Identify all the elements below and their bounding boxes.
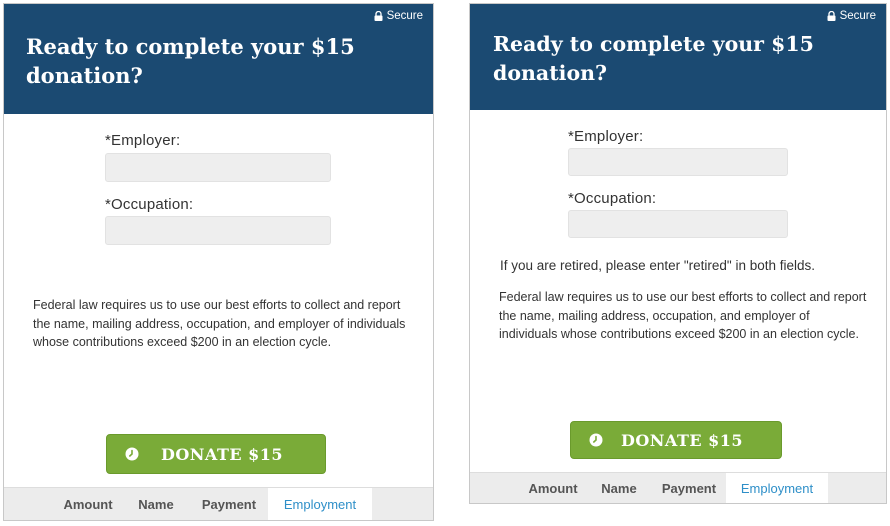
page-title: Ready to complete your $15 donation? [493, 32, 814, 85]
secure-indicator: Secure [374, 10, 423, 22]
lock-icon [827, 11, 836, 21]
occupation-field[interactable] [105, 216, 331, 245]
occupation-label: *Occupation: [105, 196, 194, 213]
step-employment[interactable]: Employment [726, 473, 828, 503]
page-title: Ready to complete your $15 donation? [26, 34, 355, 88]
clock-icon [589, 433, 603, 447]
secure-label: Secure [386, 10, 423, 22]
step-name[interactable]: Name [592, 473, 646, 503]
step-payment[interactable]: Payment [654, 473, 724, 503]
donate-button[interactable]: DONATE $15 [106, 434, 326, 474]
employer-field[interactable] [105, 153, 331, 182]
secure-label: Secure [839, 10, 876, 22]
employer-label: *Employer: [105, 132, 181, 149]
step-name[interactable]: Name [128, 488, 184, 520]
progress-steps: Amount Name Payment Employment [470, 472, 886, 503]
progress-steps: Amount Name Payment Employment [4, 487, 433, 520]
lock-icon [374, 11, 383, 21]
donate-button-label: DONATE $15 [620, 430, 744, 450]
donate-button[interactable]: DONATE $15 [570, 421, 782, 459]
occupation-label: *Occupation: [568, 190, 657, 207]
form-header: Secure Ready to complete your $15 donati… [4, 4, 433, 114]
donate-button-label: DONATE $15 [160, 444, 284, 464]
donation-form-variant: Secure Ready to complete your $15 donati… [469, 3, 887, 504]
step-payment[interactable]: Payment [192, 488, 266, 520]
legal-disclaimer: Federal law requires us to use our best … [33, 298, 406, 349]
step-amount[interactable]: Amount [520, 473, 586, 503]
employer-field[interactable] [568, 148, 788, 176]
step-amount[interactable]: Amount [54, 488, 122, 520]
legal-disclaimer: Federal law requires us to use our best … [499, 290, 867, 341]
occupation-field[interactable] [568, 210, 788, 238]
clock-icon [125, 447, 139, 461]
secure-indicator: Secure [827, 10, 876, 22]
retired-note: If you are retired, please enter "retire… [500, 258, 816, 273]
donation-form-original: Secure Ready to complete your $15 donati… [3, 3, 434, 521]
employer-label: *Employer: [568, 128, 644, 145]
step-employment[interactable]: Employment [268, 488, 372, 520]
form-header: Secure Ready to complete your $15 donati… [470, 4, 886, 110]
